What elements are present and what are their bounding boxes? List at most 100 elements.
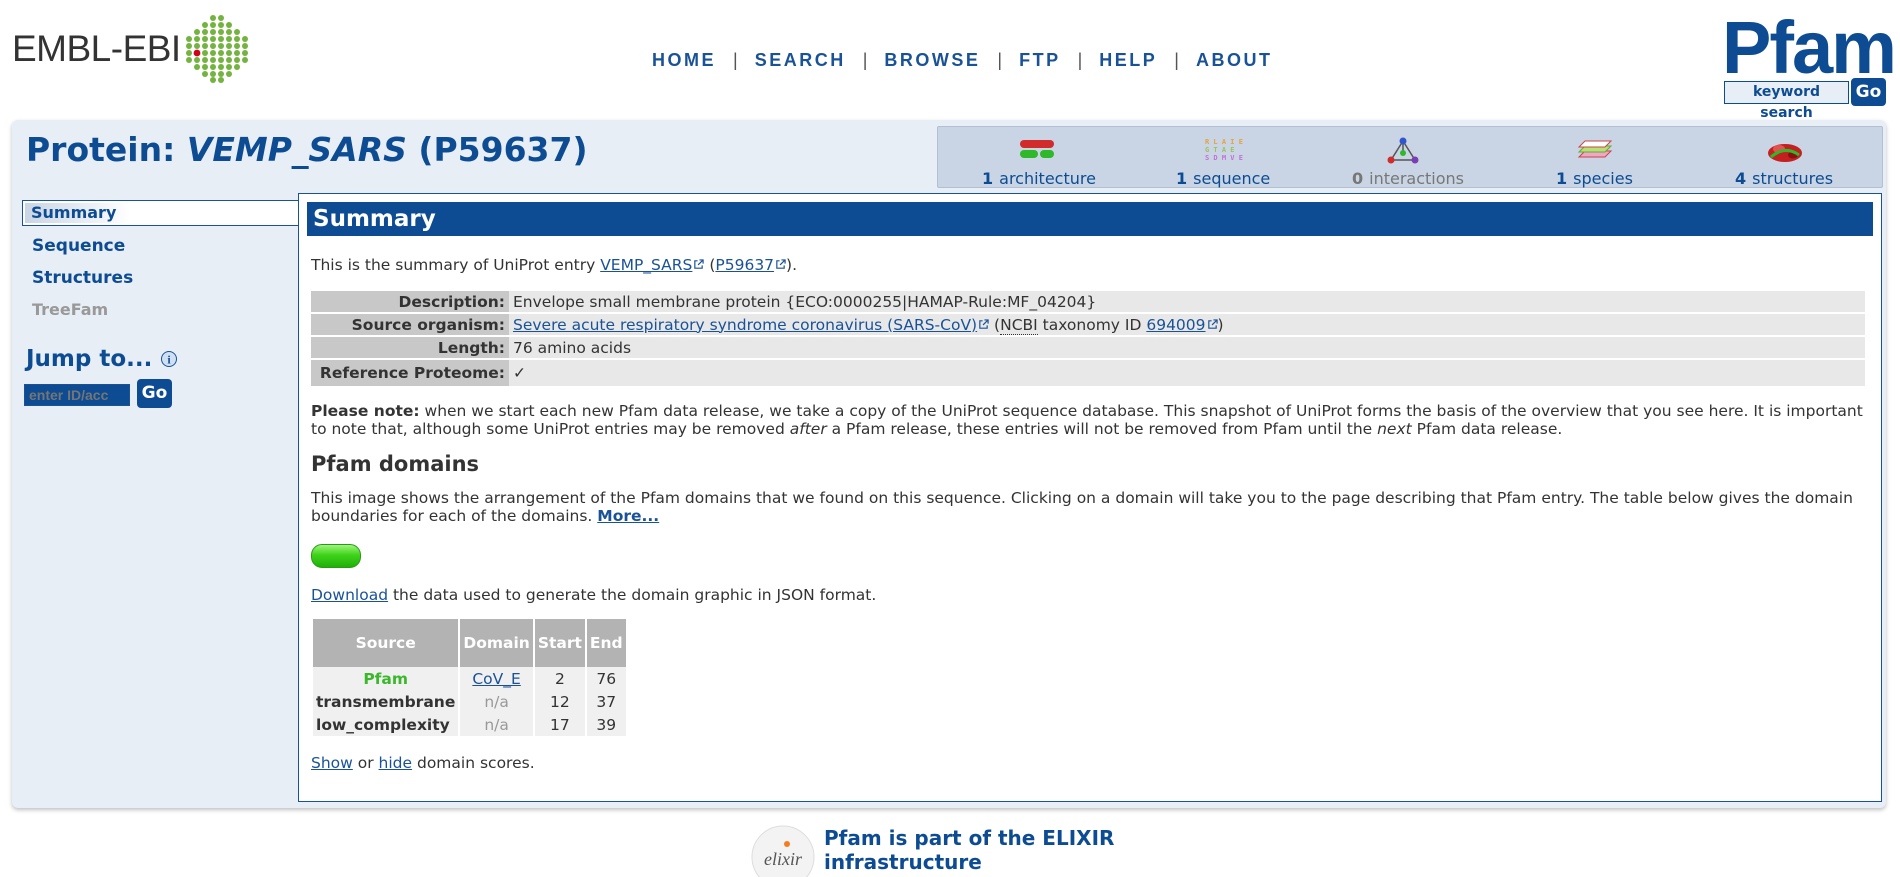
page-title: Protein: VEMP_SARS (P59637)	[26, 130, 588, 169]
page-title-id: VEMP_SARS	[186, 130, 407, 169]
sidebar-item-summary[interactable]: Summary	[22, 200, 300, 226]
top-navigation: HOME | SEARCH | BROWSE | FTP | HELP | AB…	[652, 50, 1272, 71]
pfam-logo[interactable]: Pfam	[1722, 8, 1897, 88]
architecture-icon	[1020, 140, 1054, 158]
organism-label: Source organism:	[311, 314, 509, 335]
domain-cell: n/a	[460, 690, 533, 713]
uniprot-id-link[interactable]: VEMP_SARS	[600, 256, 692, 274]
summary-heading: Summary	[307, 202, 1873, 236]
interactions-icon	[1387, 137, 1419, 164]
header: EMBL-EBI HOME | SEARCH | BROWSE | FTP |	[0, 0, 1900, 122]
uniprot-accession-link[interactable]: P59637	[715, 256, 774, 274]
embl-ebi-logo[interactable]: EMBL-EBI	[12, 14, 253, 84]
end-cell: 39	[586, 713, 626, 736]
description-label: Description:	[311, 291, 509, 312]
note-emphasis: next	[1377, 420, 1412, 438]
ncbi-abbr: NCBI	[1000, 315, 1038, 335]
note-text: a Pfam release, these entries will not b…	[826, 420, 1378, 438]
nav-browse[interactable]: BROWSE	[884, 50, 980, 71]
download-text: the data used to generate the domain gra…	[388, 586, 877, 604]
page-title-accession: (P59637)	[418, 130, 588, 169]
keyword-search-button[interactable]: keyword search	[1724, 81, 1849, 121]
domain-table: Source Domain Start End Pfam CoV_E 2 76 …	[311, 619, 628, 736]
download-note: Download the data used to generate the d…	[311, 586, 876, 604]
nav-separator: |	[862, 50, 868, 70]
sidebar-item-label: Summary	[31, 203, 117, 222]
svg-text:G T A E: G T A E	[1205, 146, 1235, 154]
table-row: Reference Proteome: ✓	[311, 360, 1865, 386]
external-link-icon	[1207, 318, 1218, 329]
taxonomy-id-link[interactable]: 694009	[1146, 316, 1205, 334]
organism-text: (	[989, 315, 1001, 334]
source-cell: Pfam	[313, 667, 459, 690]
interactions-link[interactable]: 0 interactions	[1352, 169, 1464, 188]
length-label: Length:	[311, 337, 509, 358]
length-value: 76 amino acids	[509, 337, 1865, 358]
note-text: Pfam data release.	[1411, 420, 1563, 438]
structures-label: structures	[1752, 169, 1834, 188]
nav-ftp[interactable]: FTP	[1019, 50, 1061, 71]
sidebar-item-treefam: TreeFam	[32, 300, 109, 319]
note-emphasis: after	[789, 420, 827, 438]
entry-icon-bar: 1 architecture R L A I E G T A E S D M V …	[937, 126, 1883, 188]
more-link[interactable]: More...	[597, 507, 659, 525]
architecture-label: architecture	[999, 169, 1096, 188]
elixir-line-1: Pfam is part of the ELIXIR	[824, 826, 1115, 850]
nav-separator: |	[1077, 50, 1083, 70]
elixir-footer-text: Pfam is part of the ELIXIR infrastructur…	[824, 826, 1114, 874]
external-link-icon	[694, 259, 705, 269]
page-title-prefix: Protein:	[26, 130, 176, 169]
elixir-line-2: infrastructure	[824, 850, 982, 874]
protein-details-table: Description: Envelope small membrane pro…	[311, 289, 1865, 388]
column-end: End	[586, 619, 626, 667]
start-cell: 17	[534, 713, 585, 736]
elixir-logo[interactable]: elixir	[750, 824, 816, 877]
domain-scores-toggle: Show or hide domain scores.	[311, 754, 535, 772]
release-note: Please note: when we start each new Pfam…	[311, 402, 1871, 438]
nav-home[interactable]: HOME	[652, 50, 716, 71]
keyword-search-go-button[interactable]: Go	[1851, 78, 1886, 106]
scores-text: domain scores.	[412, 754, 535, 772]
download-link[interactable]: Download	[311, 586, 388, 604]
svg-text:R L A I E: R L A I E	[1205, 138, 1243, 146]
intro-text: (	[704, 256, 716, 274]
column-domain: Domain	[460, 619, 533, 667]
structures-link[interactable]: 4 structures	[1735, 169, 1833, 188]
structures-count: 4	[1735, 169, 1747, 188]
show-scores-link[interactable]: Show	[311, 754, 353, 772]
domain-cell: CoV_E	[460, 667, 533, 690]
jump-to-input[interactable]	[24, 384, 130, 406]
organism-text: )	[1217, 315, 1224, 334]
domain-link[interactable]: CoV_E	[472, 670, 520, 688]
sidebar-item-sequence[interactable]: Sequence	[32, 236, 125, 256]
organism-value: Severe acute respiratory syndrome corona…	[509, 314, 1865, 335]
pfam-domains-heading: Pfam domains	[311, 452, 480, 476]
table-row: Length: 76 amino acids	[311, 337, 1865, 358]
reference-proteome-label: Reference Proteome:	[311, 360, 509, 386]
table-row: Description: Envelope small membrane pro…	[311, 291, 1865, 312]
info-icon[interactable]: i	[160, 350, 178, 368]
nav-help[interactable]: HELP	[1099, 50, 1157, 71]
nav-search[interactable]: SEARCH	[755, 50, 846, 71]
sidebar-item-structures[interactable]: Structures	[32, 268, 133, 288]
column-source: Source	[313, 619, 459, 667]
end-cell: 37	[586, 690, 626, 713]
end-cell: 76	[586, 667, 626, 690]
architecture-link[interactable]: 1 architecture	[982, 169, 1096, 188]
table-row: Pfam CoV_E 2 76	[313, 667, 626, 690]
hide-scores-link[interactable]: hide	[379, 754, 413, 772]
jump-to-go-button[interactable]: Go	[137, 379, 172, 408]
species-label: species	[1573, 169, 1633, 188]
species-link[interactable]: 1 species	[1556, 169, 1633, 188]
sequence-icon: R L A I E G T A E S D M V E	[1205, 138, 1243, 161]
source-cell: transmembrane	[313, 690, 459, 713]
nav-about[interactable]: ABOUT	[1196, 50, 1273, 71]
embl-ebi-logo-text: EMBL-EBI	[12, 28, 181, 69]
reference-proteome-value: ✓	[509, 360, 1865, 386]
domain-graphic-cov-e[interactable]	[311, 544, 361, 568]
external-link-icon	[979, 318, 989, 329]
organism-link[interactable]: Severe acute respiratory syndrome corona…	[513, 316, 977, 334]
sequence-count: 1	[1176, 169, 1188, 188]
scores-text: or	[352, 754, 379, 772]
sequence-link[interactable]: 1 sequence	[1176, 169, 1270, 188]
